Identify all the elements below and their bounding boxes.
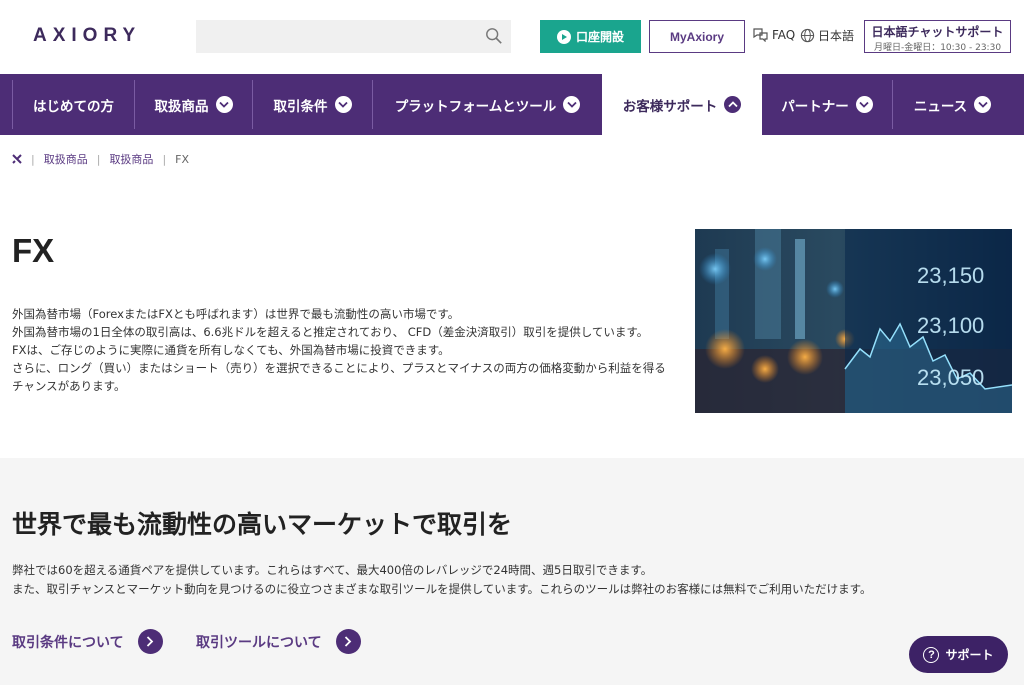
chat-support-hours: 月曜日-金曜日：10:30 - 23:30	[873, 43, 1002, 53]
breadcrumb-item[interactable]: 取扱商品	[109, 151, 153, 167]
nav-item-conditions[interactable]: 取引条件	[252, 80, 372, 129]
faq-label: FAQ	[772, 27, 796, 42]
link-label: 取引条件について	[12, 634, 124, 651]
breadcrumb-current: FX	[175, 152, 190, 166]
faq-icon	[753, 28, 768, 42]
question-icon: ?	[923, 646, 940, 663]
nav-item-beginners[interactable]: はじめての方	[12, 80, 134, 129]
breadcrumb-separator: |	[162, 152, 167, 166]
language-label: 日本語	[818, 29, 855, 43]
nav-item-platforms[interactable]: プラットフォームとツール	[372, 80, 602, 129]
intro-text: 外国為替市場（ForexまたはFXとも呼ばれます）は世界で最も流動性の高い市場で…	[12, 305, 667, 395]
chevron-up-icon	[724, 96, 742, 113]
chevron-down-icon	[563, 96, 581, 113]
language-selector[interactable]: 日本語	[800, 27, 854, 44]
nav-label: お客様サポート	[622, 98, 718, 115]
nav-label: パートナー	[781, 98, 849, 115]
intro-line: 外国為替市場の1日全体の取引高は、6.6兆ドルを超えると推定されており、 CFD…	[12, 325, 649, 339]
nav-item-products[interactable]: 取扱商品	[134, 80, 252, 129]
market-text: 弊社では60を超える通貨ペアを提供しています。これらはすべて、最大400倍のレバ…	[12, 561, 1002, 599]
arrow-right-icon	[137, 629, 163, 654]
home-icon[interactable]	[12, 154, 22, 164]
trading-tools-link[interactable]: 取引ツールについて	[196, 629, 361, 654]
nav-item-partners[interactable]: パートナー	[762, 80, 892, 129]
myaxiory-button[interactable]: MyAxiory	[649, 20, 745, 53]
nav-label: 取引条件	[273, 98, 328, 115]
breadcrumb-separator: |	[96, 152, 101, 166]
hero-price: 23,150	[917, 263, 984, 288]
hero-price: 23,050	[917, 365, 984, 390]
market-line: また、取引チャンスとマーケット動向を見つけるのに役立つさまざまな取引ツールを提供…	[12, 582, 872, 596]
hero-price: 23,100	[917, 313, 984, 338]
open-account-button[interactable]: 口座開設	[540, 20, 641, 53]
chevron-down-icon	[334, 96, 352, 113]
faq-link[interactable]: FAQ	[752, 27, 795, 42]
chevron-down-icon	[855, 96, 873, 113]
trading-conditions-link[interactable]: 取引条件について	[12, 629, 163, 654]
page-title: FX	[12, 232, 55, 269]
support-button[interactable]: ? サポート	[909, 636, 1008, 673]
nav-label: プラットフォームとツール	[394, 98, 557, 115]
nav-item-support[interactable]: お客様サポート	[602, 74, 762, 135]
section-title: 世界で最も流動性の高いマーケットで取引を	[12, 510, 513, 539]
breadcrumb: | 取扱商品 | 取扱商品 | FX	[12, 151, 189, 167]
hero-image: 23,150 23,100 23,050	[695, 229, 1012, 413]
open-account-label: 口座開設	[575, 30, 624, 44]
market-line: 弊社では60を超える通貨ペアを提供しています。これらはすべて、最大400倍のレバ…	[12, 563, 653, 577]
intro-line: さらに、ロング（買い）またはショート（売り）を選択できることにより、プラスとマイ…	[12, 361, 666, 393]
chevron-down-icon	[215, 96, 233, 113]
breadcrumb-separator: |	[31, 152, 35, 166]
search-icon[interactable]	[485, 27, 503, 45]
nav-label: 取扱商品	[154, 98, 209, 115]
site-header: AXIORY 口座開設 MyAxiory FAQ 日本語 日本語チャットサポート…	[0, 0, 1024, 74]
breadcrumb-item[interactable]: 取扱商品	[44, 151, 88, 167]
support-label: サポート	[945, 648, 994, 662]
search-input[interactable]	[196, 20, 476, 53]
intro-line: 外国為替市場（ForexまたはFXとも呼ばれます）は世界で最も流動性の高い市場で…	[12, 307, 460, 321]
axiory-logo[interactable]: AXIORY	[33, 25, 141, 47]
chevron-down-icon	[974, 96, 992, 113]
main-nav: はじめての方 取扱商品 取引条件 プラットフォームとツール お客様サポート パー…	[0, 74, 1024, 135]
search-box	[196, 20, 511, 53]
page: AXIORY 口座開設 MyAxiory FAQ 日本語 日本語チャットサポート…	[0, 0, 1024, 685]
play-icon	[556, 29, 571, 44]
globe-icon	[800, 28, 815, 43]
nav-label: はじめての方	[33, 98, 114, 115]
nav-item-news[interactable]: ニュース	[892, 80, 1012, 129]
intro-line: FXは、ご存じのように実際に通貨を所有しなくても、外国為替市場に投資できます。	[12, 343, 450, 357]
chat-support-title: 日本語チャットサポート	[871, 25, 1004, 39]
link-label: 取引ツールについて	[196, 634, 322, 651]
arrow-right-icon	[335, 629, 361, 654]
chat-support-button[interactable]: 日本語チャットサポート 月曜日-金曜日：10:30 - 23:30	[864, 20, 1011, 53]
nav-label: ニュース	[913, 98, 968, 115]
